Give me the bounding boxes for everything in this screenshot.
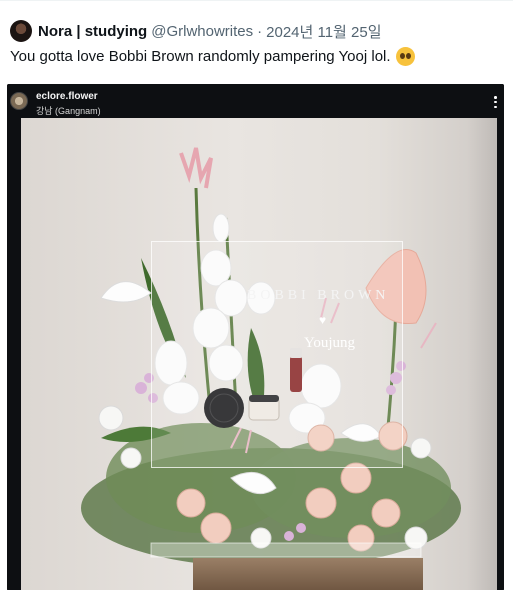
- tweet-timestamp[interactable]: 2024년 11월 25일: [266, 21, 381, 42]
- sign-name-text: Youjung: [304, 335, 355, 351]
- more-vertical-icon[interactable]: [494, 96, 498, 108]
- flower-arrangement-photo[interactable]: BOBBI BROWN ♥ Youjung: [21, 118, 497, 590]
- separator-dot: ·: [257, 22, 263, 40]
- user-avatar[interactable]: [10, 20, 32, 42]
- tweet-text-content: You gotta love Bobbi Brown randomly pamp…: [10, 48, 391, 65]
- heart-icon: ♥: [319, 313, 327, 327]
- acrylic-sign: [151, 241, 403, 468]
- account-name: eclore.flower: [36, 91, 98, 102]
- account-avatar: [10, 92, 28, 110]
- tweet-header: Nora | studying @Grlwhowrites · 2024년 11…: [10, 18, 382, 44]
- sign-brand-text: BOBBI BROWN: [247, 288, 390, 303]
- tweet-text: You gotta love Bobbi Brown randomly pamp…: [10, 47, 415, 66]
- wooden-table: [193, 558, 423, 590]
- tweet-card[interactable]: Nora | studying @Grlwhowrites · 2024년 11…: [0, 0, 513, 590]
- user-handle[interactable]: @Grlwhowrites: [151, 23, 253, 40]
- post-location: 강남 (Gangnam): [36, 106, 101, 116]
- display-name[interactable]: Nora | studying: [38, 23, 147, 40]
- pleading-face-icon: [395, 47, 415, 66]
- instagram-post-header: eclore.flower 강남 (Gangnam): [7, 84, 504, 118]
- media-attachment[interactable]: eclore.flower 강남 (Gangnam) BOBBI BROWN ♥…: [7, 84, 504, 590]
